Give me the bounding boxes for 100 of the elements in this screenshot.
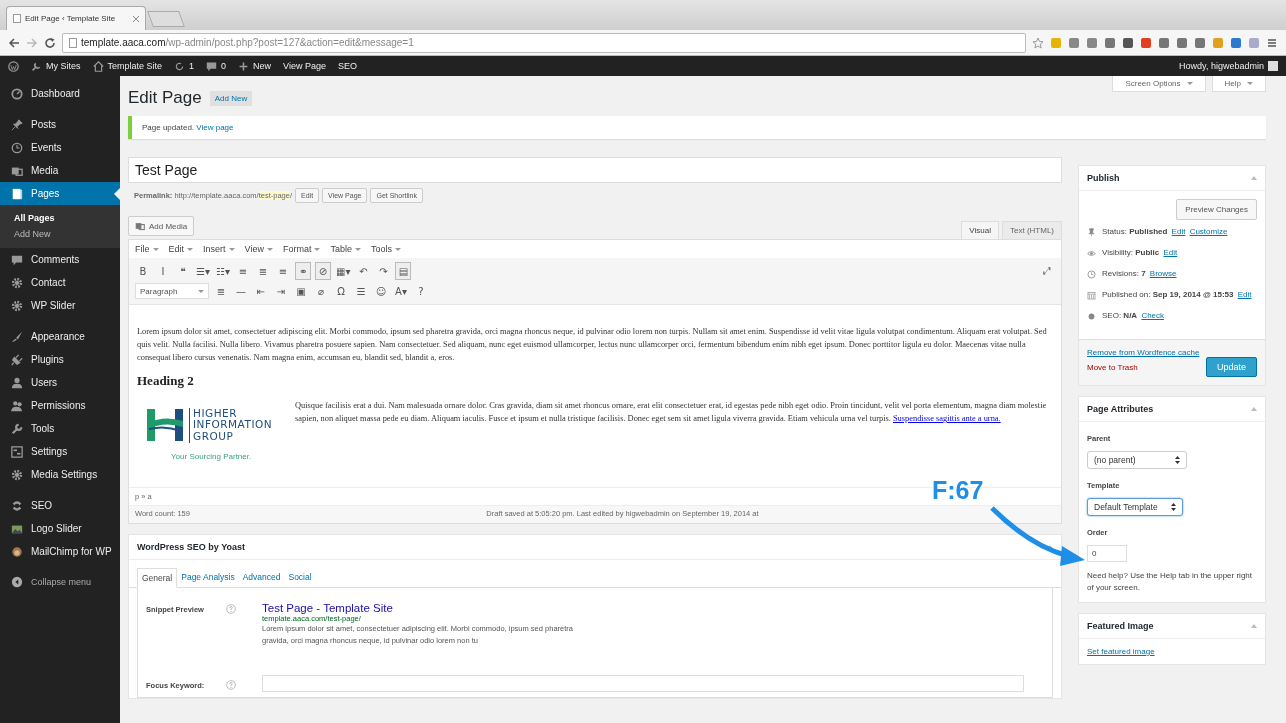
sidebar-item[interactable]: Media	[0, 159, 120, 182]
admin-bar-item[interactable]: New	[238, 60, 272, 72]
toolbar-button[interactable]: ☷▾	[215, 262, 231, 280]
help-icon[interactable]	[226, 679, 236, 690]
toolbar-button[interactable]: ≡	[235, 262, 251, 280]
browser-tab[interactable]: Edit Page ‹ Template Site	[6, 6, 146, 30]
help-icon[interactable]	[226, 604, 236, 614]
toolbar-button[interactable]: I	[155, 262, 171, 280]
collapse-toggle-icon[interactable]	[1251, 407, 1257, 411]
sidebar-item[interactable]: Contact	[0, 271, 120, 294]
order-field[interactable]: 0	[1087, 545, 1127, 562]
editor-menu-item[interactable]: File	[135, 244, 159, 254]
focus-keyword-field[interactable]	[262, 675, 1024, 692]
sidebar-item[interactable]: Plugins	[0, 348, 120, 371]
publish-link[interactable]: Edit	[1237, 290, 1252, 299]
editor-tab[interactable]: Text (HTML)	[1002, 221, 1062, 239]
menu-icon[interactable]	[1266, 36, 1278, 49]
extension-icon[interactable]	[1104, 36, 1116, 49]
editor-menu-item[interactable]: Table	[330, 244, 361, 254]
seo-tab[interactable]: General	[137, 568, 178, 588]
admin-bar-item[interactable]: My Sites	[31, 60, 81, 72]
sidebar-item[interactable]: Permissions	[0, 394, 120, 417]
publish-link[interactable]: Check	[1141, 311, 1165, 320]
add-new-button[interactable]: Add New	[209, 91, 253, 106]
admin-bar-item[interactable]: 1	[174, 60, 195, 72]
seo-tab[interactable]: Page Analysis	[177, 568, 239, 587]
admin-bar-item[interactable]: Template Site	[92, 60, 163, 72]
toolbar-button[interactable]: ❝	[175, 262, 191, 280]
sidebar-item[interactable]: Posts	[0, 113, 120, 136]
toolbar-button[interactable]: ≣	[213, 282, 229, 300]
extension-icon[interactable]	[1086, 36, 1098, 49]
toolbar-button[interactable]: ▤	[395, 262, 412, 280]
title-field[interactable]: Test Page	[128, 157, 1062, 183]
back-arrow-icon[interactable]	[8, 36, 20, 49]
editor-menu-item[interactable]: View	[244, 244, 273, 254]
toolbar-button[interactable]: ↶	[355, 262, 372, 280]
collapse-toggle-icon[interactable]	[1251, 624, 1257, 628]
star-icon[interactable]	[1032, 36, 1044, 49]
new-tab-button[interactable]	[147, 11, 185, 27]
parent-select[interactable]: (no parent)	[1087, 451, 1187, 469]
help-tab[interactable]: Help	[1211, 76, 1266, 92]
greeting[interactable]: Howdy, higwebadmin	[1179, 61, 1264, 71]
sidebar-item[interactable]: Media Settings	[0, 463, 120, 486]
toolbar-button[interactable]: ▣	[293, 282, 309, 300]
extension-icon[interactable]	[1140, 36, 1152, 49]
sidebar-item[interactable]: Dashboard	[0, 82, 120, 105]
sidebar-item[interactable]: Pages	[0, 182, 120, 205]
toolbar-button[interactable]: A▾	[393, 282, 409, 300]
editor-menu-item[interactable]: Tools	[370, 244, 401, 254]
submenu-item[interactable]: Add New	[0, 226, 120, 242]
editor-menu-item[interactable]: Insert	[203, 244, 235, 254]
seo-tab[interactable]: Advanced	[238, 568, 285, 587]
publish-link[interactable]: Browse	[1149, 269, 1177, 278]
content-link[interactable]: Suspendisse sagittis ante a urna.	[892, 414, 1001, 424]
view-page-link[interactable]: View page	[196, 123, 234, 132]
template-select[interactable]: Default Template	[1087, 498, 1183, 516]
extension-icon[interactable]	[1158, 36, 1170, 49]
collapse-menu[interactable]: Collapse menu	[0, 571, 120, 593]
admin-bar-item[interactable]: 0	[206, 60, 227, 72]
collapse-toggle-icon[interactable]	[1047, 545, 1053, 549]
screen-options-tab[interactable]: Screen Options	[1112, 76, 1206, 92]
toolbar-button[interactable]: ≡	[275, 262, 291, 280]
toolbar-button[interactable]: ?	[413, 282, 429, 300]
publish-link[interactable]: Edit	[1171, 227, 1186, 236]
sidebar-item[interactable]: SEO	[0, 494, 120, 517]
toolbar-button[interactable]: Ω	[333, 282, 349, 300]
sidebar-item[interactable]: Appearance	[0, 325, 120, 348]
submenu-item[interactable]: All Pages	[0, 210, 120, 226]
extension-icon[interactable]	[1122, 36, 1134, 49]
toolbar-button[interactable]: ⌀	[313, 282, 329, 300]
collapse-toggle-icon[interactable]	[1251, 176, 1257, 180]
admin-bar-item[interactable]: SEO	[337, 61, 357, 71]
editor-tab[interactable]: Visual	[961, 221, 999, 239]
seo-tab[interactable]: Social	[284, 568, 316, 587]
toolbar-button[interactable]: —	[233, 282, 249, 300]
toolbar-button[interactable]: ⊘	[315, 262, 331, 280]
toolbar-button[interactable]: ≣	[255, 262, 271, 280]
extension-icon[interactable]	[1176, 36, 1188, 49]
set-featured-image-link[interactable]: Set featured image	[1087, 647, 1155, 656]
toolbar-button[interactable]: ↷	[375, 262, 392, 280]
extension-icon[interactable]	[1230, 36, 1242, 49]
sidebar-item[interactable]: Logo Slider	[0, 517, 120, 540]
sidebar-item[interactable]: MailChimp for WP	[0, 540, 120, 563]
cache-link[interactable]: Remove from Wordfence cache	[1087, 348, 1200, 357]
editor-menu-item[interactable]: Format	[282, 244, 321, 254]
fullscreen-button[interactable]: ⤢	[1039, 262, 1055, 280]
sidebar-item[interactable]: WP Slider	[0, 294, 120, 317]
trash-link[interactable]: Move to Trash	[1087, 362, 1138, 372]
sidebar-item[interactable]: Tools	[0, 417, 120, 440]
publish-link[interactable]: Customize	[1189, 227, 1228, 236]
publish-link[interactable]: Edit	[1163, 248, 1178, 257]
logo-icon[interactable]	[8, 60, 19, 72]
toolbar-button[interactable]: ⚭	[295, 262, 311, 280]
toolbar-button[interactable]: ☰▾	[195, 262, 211, 280]
toolbar-button[interactable]: B	[135, 262, 151, 280]
sidebar-item[interactable]: Events	[0, 136, 120, 159]
toolbar-button[interactable]: ☰	[353, 282, 369, 300]
toolbar-button[interactable]: ☺	[373, 282, 389, 300]
editor-menu-item[interactable]: Edit	[168, 244, 194, 254]
toolbar-button[interactable]: ⇥	[273, 282, 289, 300]
